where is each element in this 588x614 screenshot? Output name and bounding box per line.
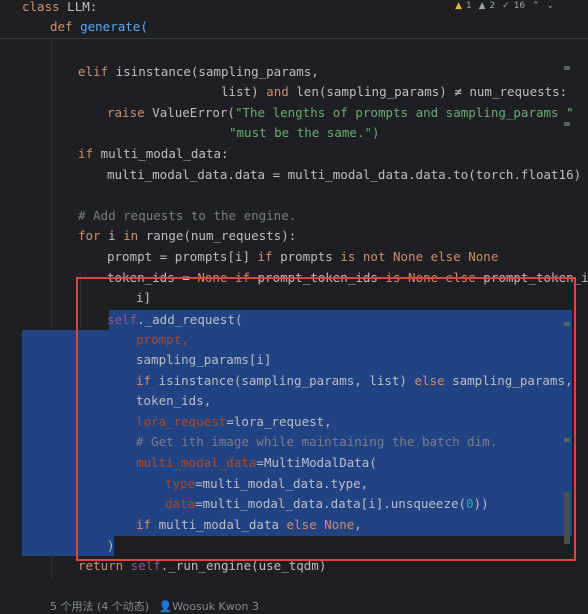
sticky-line-def[interactable]: def generate( <box>50 17 148 37</box>
code-vision-footer[interactable]: 5 个用法 (4 个动态) 👤Woosuk Kwon 3 <box>50 598 259 614</box>
weak-warning-count: 2 <box>489 1 496 11</box>
chevron-up-icon[interactable]: ⌃ <box>532 1 540 11</box>
author-hint[interactable]: Woosuk Kwon 3 <box>172 600 259 613</box>
code-line: raise ValueError("The lengths of prompts… <box>107 105 574 120</box>
chevron-down-icon[interactable]: ⌄ <box>546 1 554 11</box>
code-editor[interactable]: elif isinstance(sampling_params, list) a… <box>0 0 588 614</box>
code-line: for i in range(num_requests): <box>78 228 297 243</box>
user-icon: 👤 <box>158 600 173 613</box>
sticky-line-class[interactable]: class LLM: <box>22 0 97 17</box>
inspection-widget[interactable]: ▲ 1 ▲ 2 ✓ 16 ⌃ ⌄ <box>451 0 554 12</box>
code-line: "must be the same.") <box>229 125 380 140</box>
weak-warning-icon: ▲ <box>478 1 486 11</box>
code-line: # Add requests to the engine. <box>78 208 297 223</box>
code-line: prompt = prompts[i] if prompts is not No… <box>107 249 499 264</box>
typo-icon: ✓ <box>502 1 510 11</box>
scrollbar[interactable] <box>562 40 572 600</box>
scroll-marker <box>564 492 570 544</box>
usages-hint[interactable]: 5 个用法 (4 个动态) <box>50 600 149 613</box>
typo-count: 16 <box>513 1 526 11</box>
code-line: list) and len(sampling_params) ≠ num_req… <box>221 84 568 99</box>
sticky-scope-header[interactable]: class LLM: def generate( ▲ 1 ▲ 2 ✓ 16 ⌃ ⌄ <box>0 0 588 39</box>
scroll-marker <box>564 438 570 442</box>
warning-count: 1 <box>466 1 472 11</box>
code-line: elif isinstance(sampling_params, <box>78 64 319 79</box>
scroll-marker <box>564 66 570 70</box>
warning-icon: ▲ <box>455 1 463 11</box>
scroll-marker <box>564 122 570 126</box>
code-line: if multi_modal_data: <box>78 146 229 161</box>
highlight-box <box>76 277 576 561</box>
scroll-marker <box>564 322 570 326</box>
code-line: multi_modal_data.data = multi_modal_data… <box>107 167 582 182</box>
